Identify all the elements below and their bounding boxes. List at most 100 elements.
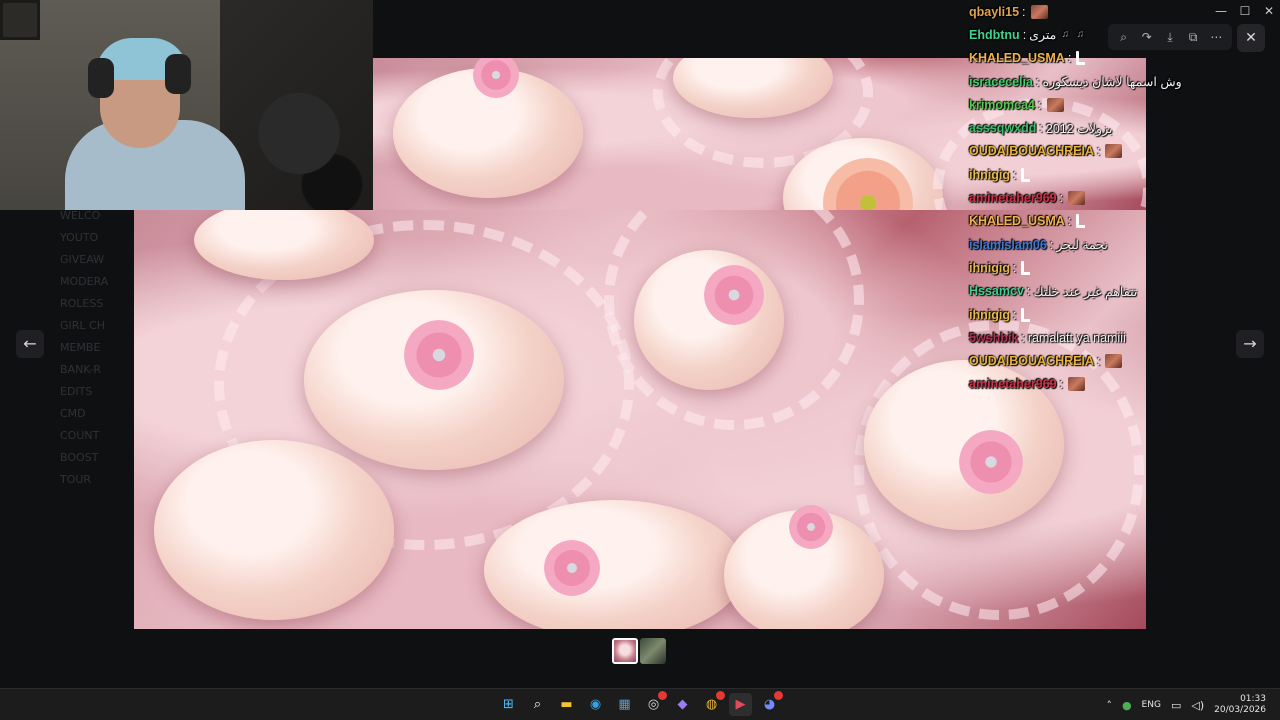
background-channel-item: COUNT <box>60 429 100 442</box>
chat-username[interactable]: qbayli15 <box>969 5 1019 19</box>
chat-separator: : <box>1049 237 1054 252</box>
volume-icon[interactable]: ◁) <box>1191 699 1204 712</box>
chat-text: ramalatt ya namiii <box>1027 330 1126 345</box>
chat-username[interactable]: isracecelia <box>969 75 1033 89</box>
chat-emote-icon <box>1046 97 1064 112</box>
background-channel-item: TOUR <box>60 473 92 486</box>
taskbar: ⊞ ⌕ ▬ ◉ ▦ ◎ ◆ ◍ ▶ ◕ ˄ ● ENG ▭ ◁) 01:33 20/03/2026 <box>0 688 1280 720</box>
chat-message: isracecelia: وش اسمها لاشان ديسكوره <box>969 70 1182 93</box>
chat-emote-icon <box>1105 144 1123 159</box>
file-explorer-icon[interactable]: ▬ <box>555 693 578 716</box>
previous-image-button[interactable]: ← <box>16 330 44 358</box>
flower-decoration <box>789 505 833 549</box>
stream-chat-overlay: qbayli15: Ehdbtnu: مترى ♫ ♫ KHALED_USMA: israc… <box>969 0 1182 396</box>
obs-icon[interactable]: ◎ <box>642 691 667 716</box>
chat-separator: : <box>1012 167 1017 182</box>
chat-text: تتفاهم غير عند خلتك <box>1033 284 1138 299</box>
chevron-up-icon[interactable]: ˄ <box>1106 699 1112 712</box>
chat-username[interactable]: krimomca4 <box>969 98 1035 112</box>
chat-emote-icon <box>1078 62 1086 66</box>
app-icon[interactable]: ◆ <box>671 693 694 716</box>
chat-message: KHALED_USMA: <box>969 210 1169 233</box>
cookie <box>154 440 394 620</box>
chat-message: ihnigig: <box>969 256 1169 279</box>
chat-badge-icon: ♫ <box>1076 28 1085 40</box>
chat-emote-icon <box>1068 377 1086 392</box>
chat-emote-icon <box>1023 318 1031 322</box>
chat-username[interactable]: asssqwxdd <box>969 121 1036 135</box>
close-window-button[interactable]: ✕ <box>1258 3 1280 19</box>
chat-emote-icon <box>1030 4 1048 19</box>
clock[interactable]: 01:33 20/03/2026 <box>1214 694 1266 716</box>
chat-separator: : <box>1012 307 1017 322</box>
chat-separator: : <box>1021 330 1025 345</box>
chat-username[interactable]: 5wshbik <box>969 331 1018 345</box>
search-icon[interactable]: ⌕ <box>526 693 549 716</box>
network-icon[interactable]: ▭ <box>1171 699 1181 712</box>
store-icon[interactable]: ▦ <box>613 693 636 716</box>
start-icon[interactable]: ⊞ <box>497 693 520 716</box>
chat-message: krimomca4: <box>969 93 1169 116</box>
chat-separator: : <box>1026 284 1031 299</box>
chat-text: وش اسمها لاشان ديسكوره <box>1042 75 1182 90</box>
chat-message: OUDAIBOUACHREIA: <box>969 140 1169 163</box>
discord-icon[interactable]: ◕ <box>758 691 783 716</box>
chat-separator: : <box>1067 51 1072 66</box>
chat-username[interactable]: aminetaher969 <box>969 377 1057 391</box>
chat-separator: : <box>1022 27 1027 42</box>
chat-message: OUDAIBOUACHREIA: <box>969 349 1169 372</box>
background-channel-item: ROLESS <box>60 297 104 310</box>
chat-separator: : <box>1038 97 1042 112</box>
background-channel-list: WELCO YOUTO GIVEAW MODERA ROLESS GIRL CH MEMBE… <box>0 205 140 685</box>
chat-username[interactable]: ihnigig <box>969 168 1010 182</box>
chat-message: Hssamcv: تتفاهم غير عند خلتك <box>969 280 1169 303</box>
chat-username[interactable]: ihnigig <box>969 308 1010 322</box>
flower-decoration <box>544 540 600 596</box>
chat-username[interactable]: aminetaher969 <box>969 191 1057 205</box>
chat-username[interactable]: islamislam06 <box>969 238 1047 252</box>
chat-separator: : <box>1022 4 1026 19</box>
chat-emote-icon <box>1105 354 1123 369</box>
chat-username[interactable]: ihnigig <box>969 261 1010 275</box>
thumbnail-selected[interactable] <box>612 638 638 664</box>
cookie <box>634 250 784 390</box>
chat-text: نجمة لبجر <box>1056 238 1108 253</box>
background-channel-item: EDITS <box>60 385 93 398</box>
chat-username[interactable]: KHALED_USMA <box>969 51 1065 65</box>
headphones-icon <box>165 54 191 94</box>
chat-username[interactable]: KHALED_USMA <box>969 214 1065 228</box>
chat-text: بزولات 2012 <box>1045 121 1113 136</box>
chat-username[interactable]: Ehdbtnu <box>969 28 1020 42</box>
flower-decoration <box>404 320 474 390</box>
image-thumbnails <box>612 638 666 664</box>
close-viewer-button[interactable]: ✕ <box>1237 24 1265 52</box>
chat-separator: : <box>1097 144 1101 159</box>
chat-username[interactable]: OUDAIBOUACHREIA <box>969 144 1094 158</box>
webcam-picture-frame <box>0 0 40 40</box>
background-channel-item: BANK-R <box>60 363 101 376</box>
maximize-button[interactable]: ☐ <box>1234 3 1256 19</box>
chrome-icon[interactable]: ◍ <box>700 691 725 716</box>
chat-username[interactable]: OUDAIBOUACHREIA <box>969 354 1094 368</box>
microphone-icon[interactable]: ● <box>1122 699 1132 712</box>
chat-message: Ehdbtnu: مترى ♫ ♫ <box>969 23 1169 46</box>
chat-message: aminetaher969: <box>969 373 1169 396</box>
webcam-feed <box>0 0 373 210</box>
chat-separator: : <box>1039 121 1043 136</box>
open-external-icon[interactable]: ⧉ <box>1182 26 1204 48</box>
more-icon[interactable]: ⋯ <box>1205 26 1227 48</box>
chat-separator: : <box>1012 260 1017 275</box>
media-player-icon[interactable]: ▶ <box>729 693 752 716</box>
minimize-button[interactable]: — <box>1210 3 1232 19</box>
chat-message: ihnigig: <box>969 303 1169 326</box>
cookie <box>484 500 744 629</box>
language-indicator[interactable]: ENG <box>1142 700 1161 710</box>
notification-badge <box>716 691 725 700</box>
chat-username[interactable]: Hssamcv <box>969 284 1024 298</box>
next-image-button[interactable]: → <box>1236 330 1264 358</box>
screen: WELCO YOUTO GIVEAW MODERA ROLESS GIRL CH MEMBE… <box>0 0 1280 720</box>
thumbnail[interactable] <box>640 638 666 664</box>
chat-message: aminetaher969: <box>969 186 1169 209</box>
edge-icon[interactable]: ◉ <box>584 693 607 716</box>
chat-emote-icon <box>1078 225 1086 229</box>
